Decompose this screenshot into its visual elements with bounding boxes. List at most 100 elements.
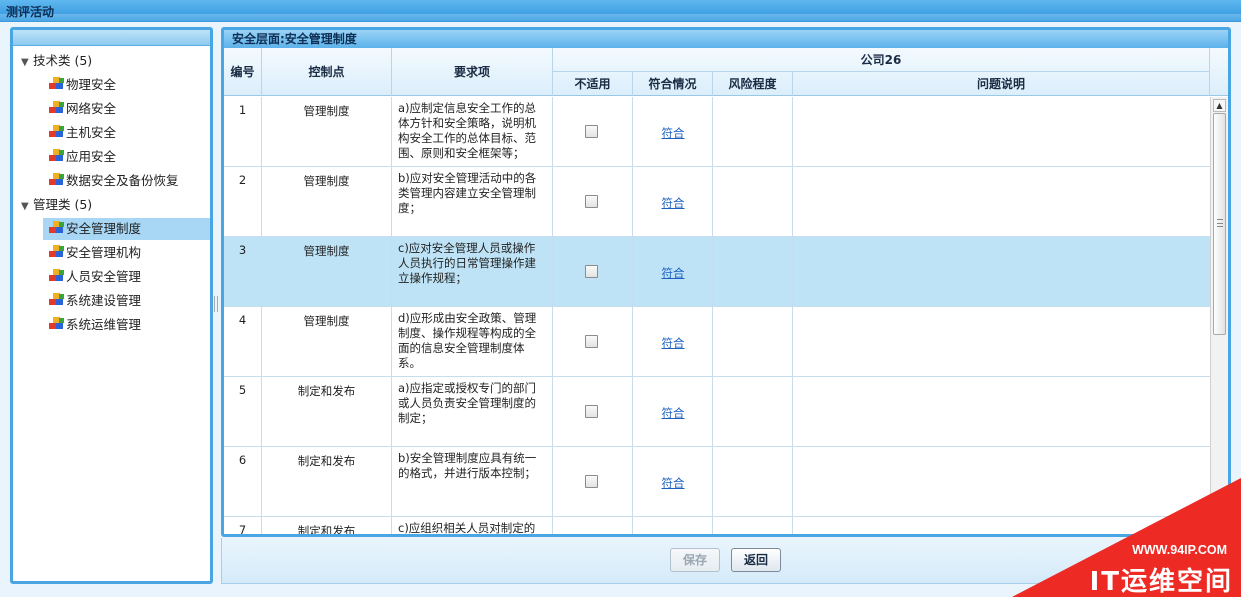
expand-arrow-icon[interactable]: ▼ xyxy=(21,52,33,74)
tree-group-label: 管理类 (5) xyxy=(33,197,93,212)
row-compliance-cell: 符合 xyxy=(633,307,713,377)
tree-panel-header xyxy=(13,30,210,46)
header-issue-description[interactable]: 问题说明 xyxy=(793,72,1210,96)
row-number: 7 xyxy=(224,517,262,534)
row-issue-description-cell[interactable] xyxy=(793,447,1210,517)
module-blocks-icon xyxy=(49,101,65,115)
row-requirement: b)安全管理制度应具有统一的格式，并进行版本控制； xyxy=(392,447,553,517)
not-applicable-checkbox[interactable] xyxy=(585,405,598,418)
table-row[interactable]: 7 制定和发布 c)应组织相关人员对制定的 xyxy=(224,517,1210,534)
header-control-point[interactable]: 控制点 xyxy=(262,48,392,96)
row-issue-description-cell[interactable] xyxy=(793,167,1210,237)
tree-group-label: 技术类 (5) xyxy=(33,53,93,68)
save-button[interactable]: 保存 xyxy=(670,548,721,572)
row-number: 6 xyxy=(224,447,262,517)
row-not-applicable-cell xyxy=(553,237,633,307)
tree-group-1[interactable]: ▼ 管理类 (5) xyxy=(21,194,92,216)
row-not-applicable-cell xyxy=(553,447,633,517)
header-compliance[interactable]: 符合情况 xyxy=(633,72,713,96)
not-applicable-checkbox[interactable] xyxy=(585,335,598,348)
table-row[interactable]: 4 管理制度 d)应形成由安全政策、管理制度、操作规程等构成的全面的信息安全管理制度… xyxy=(224,307,1210,377)
module-blocks-icon xyxy=(49,125,65,139)
compliance-link[interactable]: 符合 xyxy=(633,125,713,141)
tree-item-0-0[interactable]: 物理安全 xyxy=(49,74,210,96)
header-company-group: 公司26 xyxy=(553,48,1210,72)
tree-item-label: 主机安全 xyxy=(66,125,117,140)
row-control-point: 制定和发布 xyxy=(262,517,392,534)
row-risk-cell[interactable] xyxy=(713,377,793,447)
scroll-up-arrow-icon[interactable]: ▲ xyxy=(1213,99,1226,112)
header-requirement[interactable]: 要求项 xyxy=(392,48,553,96)
tree-item-label: 系统运维管理 xyxy=(66,317,142,332)
row-control-point: 制定和发布 xyxy=(262,447,392,517)
table-row[interactable]: 2 管理制度 b)应对安全管理活动中的各类管理内容建立安全管理制度； 符合 xyxy=(224,167,1210,237)
table-row[interactable]: 1 管理制度 a)应制定信息安全工作的总体方针和安全策略，说明机构安全工作的总体目标… xyxy=(224,97,1210,167)
row-control-point: 制定和发布 xyxy=(262,377,392,447)
row-number: 2 xyxy=(224,167,262,237)
tree-item-1-3[interactable]: 系统建设管理 xyxy=(49,290,210,312)
back-button[interactable]: 返回 xyxy=(731,548,782,572)
row-issue-description-cell[interactable] xyxy=(793,307,1210,377)
row-not-applicable-cell xyxy=(553,377,633,447)
module-blocks-icon xyxy=(49,221,65,235)
tree-item-0-1[interactable]: 网络安全 xyxy=(49,98,210,120)
grid-vertical-scrollbar[interactable]: ▲ xyxy=(1210,97,1228,534)
module-blocks-icon xyxy=(49,269,65,283)
compliance-link[interactable]: 符合 xyxy=(633,405,713,421)
tree-group-0[interactable]: ▼ 技术类 (5) xyxy=(21,50,92,72)
not-applicable-checkbox[interactable] xyxy=(585,125,598,138)
grid-header: 编号 控制点 要求项 公司26 不适用 符合情况 风险程度 问题说明 xyxy=(224,48,1228,96)
tree-item-label: 人员安全管理 xyxy=(66,269,142,284)
table-row[interactable]: 3 管理制度 c)应对安全管理人员或操作人员执行的日常管理操作建立操作规程； 符合 xyxy=(224,237,1210,307)
row-number: 4 xyxy=(224,307,262,377)
row-risk-cell[interactable] xyxy=(713,307,793,377)
row-requirement: b)应对安全管理活动中的各类管理内容建立安全管理制度； xyxy=(392,167,553,237)
compliance-link[interactable]: 符合 xyxy=(633,195,713,211)
row-number: 5 xyxy=(224,377,262,447)
row-not-applicable-cell xyxy=(553,97,633,167)
scrollbar-thumb[interactable] xyxy=(1213,113,1226,335)
row-not-applicable-cell xyxy=(553,307,633,377)
row-issue-description-cell[interactable] xyxy=(793,377,1210,447)
header-num[interactable]: 编号 xyxy=(224,48,262,96)
window-title: 测评活动 xyxy=(6,5,55,19)
row-control-point: 管理制度 xyxy=(262,97,392,167)
not-applicable-checkbox[interactable] xyxy=(585,475,598,488)
not-applicable-checkbox[interactable] xyxy=(585,195,598,208)
tree-item-1-0[interactable]: 安全管理制度 xyxy=(43,218,210,240)
row-compliance-cell: 符合 xyxy=(633,167,713,237)
table-row[interactable]: 6 制定和发布 b)安全管理制度应具有统一的格式，并进行版本控制； 符合 xyxy=(224,447,1210,517)
header-not-applicable[interactable]: 不适用 xyxy=(553,72,633,96)
header-risk-level[interactable]: 风险程度 xyxy=(713,72,793,96)
table-row[interactable]: 5 制定和发布 a)应指定或授权专门的部门或人员负责安全管理制度的制定； 符合 xyxy=(224,377,1210,447)
not-applicable-checkbox[interactable] xyxy=(585,265,598,278)
module-blocks-icon xyxy=(49,293,65,307)
row-issue-description-cell[interactable] xyxy=(793,97,1210,167)
row-issue-description-cell[interactable] xyxy=(793,237,1210,307)
tree-item-label: 网络安全 xyxy=(66,101,117,116)
row-risk-cell[interactable] xyxy=(713,517,793,534)
row-compliance-cell: 符合 xyxy=(633,377,713,447)
grid-body: 1 管理制度 a)应制定信息安全工作的总体方针和安全策略，说明机构安全工作的总体目标… xyxy=(224,97,1210,534)
row-risk-cell[interactable] xyxy=(713,237,793,307)
tree-item-0-3[interactable]: 应用安全 xyxy=(49,146,210,168)
tree-item-0-2[interactable]: 主机安全 xyxy=(49,122,210,144)
row-risk-cell[interactable] xyxy=(713,447,793,517)
expand-arrow-icon[interactable]: ▼ xyxy=(21,196,33,218)
tree-item-1-4[interactable]: 系统运维管理 xyxy=(49,314,210,336)
module-blocks-icon xyxy=(49,173,65,187)
tree-item-0-4[interactable]: 数据安全及备份恢复 xyxy=(49,170,210,192)
compliance-link[interactable]: 符合 xyxy=(633,265,713,281)
tree-item-label: 物理安全 xyxy=(66,77,117,92)
panel-splitter-handle[interactable] xyxy=(214,296,218,312)
row-compliance-cell xyxy=(633,517,713,534)
compliance-link[interactable]: 符合 xyxy=(633,335,713,351)
tree-item-1-2[interactable]: 人员安全管理 xyxy=(49,266,210,288)
row-requirement: d)应形成由安全政策、管理制度、操作规程等构成的全面的信息安全管理制度体系。 xyxy=(392,307,553,377)
tree-item-label: 安全管理制度 xyxy=(66,221,142,236)
tree-item-1-1[interactable]: 安全管理机构 xyxy=(49,242,210,264)
row-compliance-cell: 符合 xyxy=(633,97,713,167)
row-risk-cell[interactable] xyxy=(713,97,793,167)
compliance-link[interactable]: 符合 xyxy=(633,475,713,491)
row-risk-cell[interactable] xyxy=(713,167,793,237)
